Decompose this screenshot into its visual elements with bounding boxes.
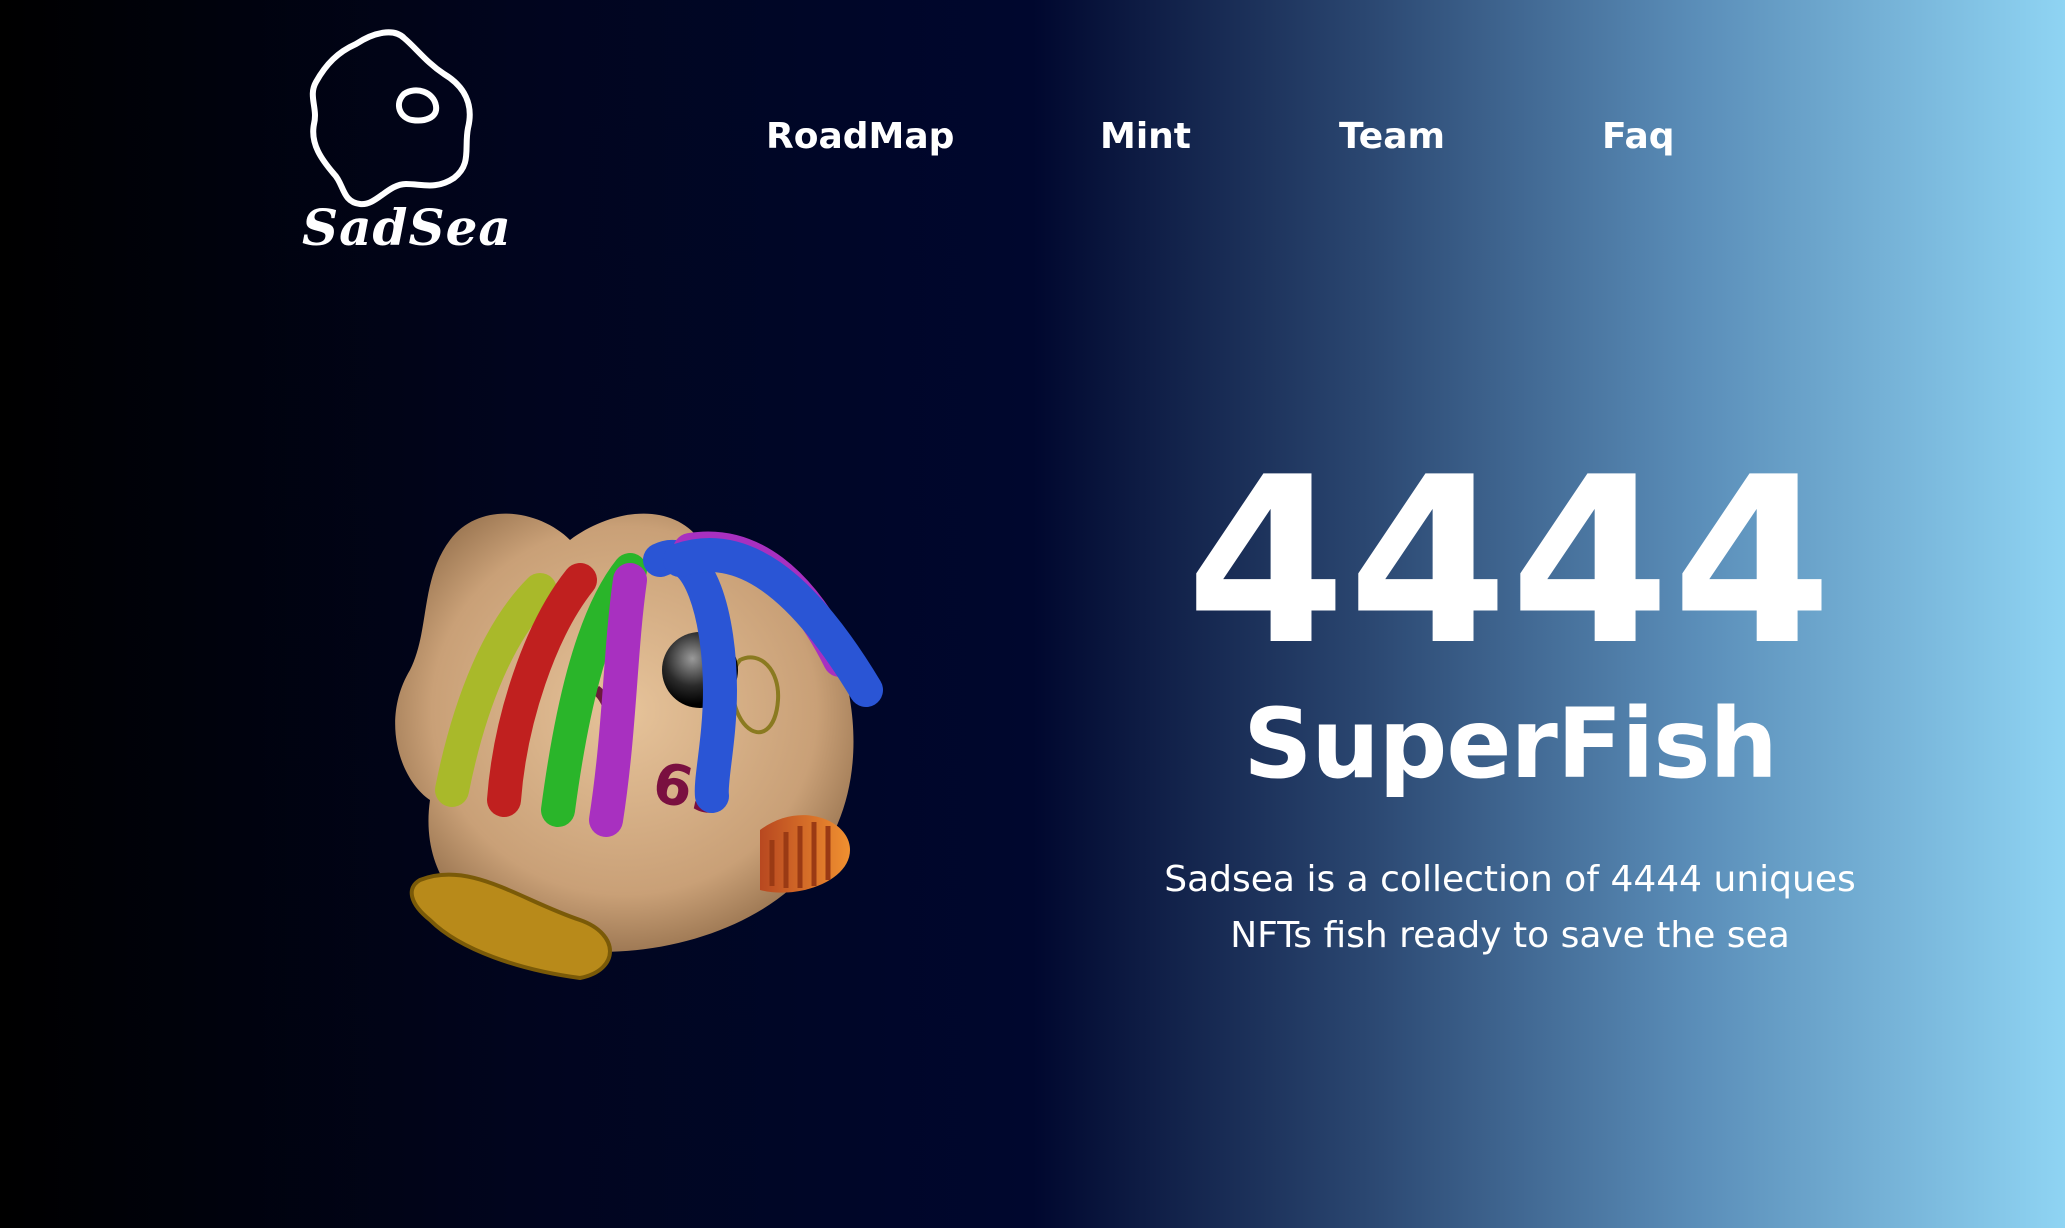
nav-team-link[interactable]: Team: [1339, 116, 1445, 157]
hero-description: Sadsea is a collection of 4444 uniques N…: [1110, 852, 1910, 964]
superfish-nft-image: 69: [380, 500, 940, 1010]
fish-nft-character-icon: 69: [395, 513, 883, 981]
sadsea-logo[interactable]: SadSea: [292, 24, 512, 264]
sadsea-blob-logo-icon: [309, 29, 473, 208]
hero-title: SuperFish: [1243, 688, 1778, 800]
nav-roadmap-link[interactable]: RoadMap: [766, 116, 954, 157]
hero-description-line-2: NFTs fish ready to save the sea: [1230, 915, 1790, 956]
hero-description-line-1: Sadsea is a collection of 4444 uniques: [1164, 859, 1856, 900]
nav-faq-link[interactable]: Faq: [1602, 116, 1675, 157]
brand-name: SadSea: [302, 198, 512, 257]
hero-count: 4444: [1185, 429, 1835, 696]
nav-mint-link[interactable]: Mint: [1100, 116, 1191, 157]
